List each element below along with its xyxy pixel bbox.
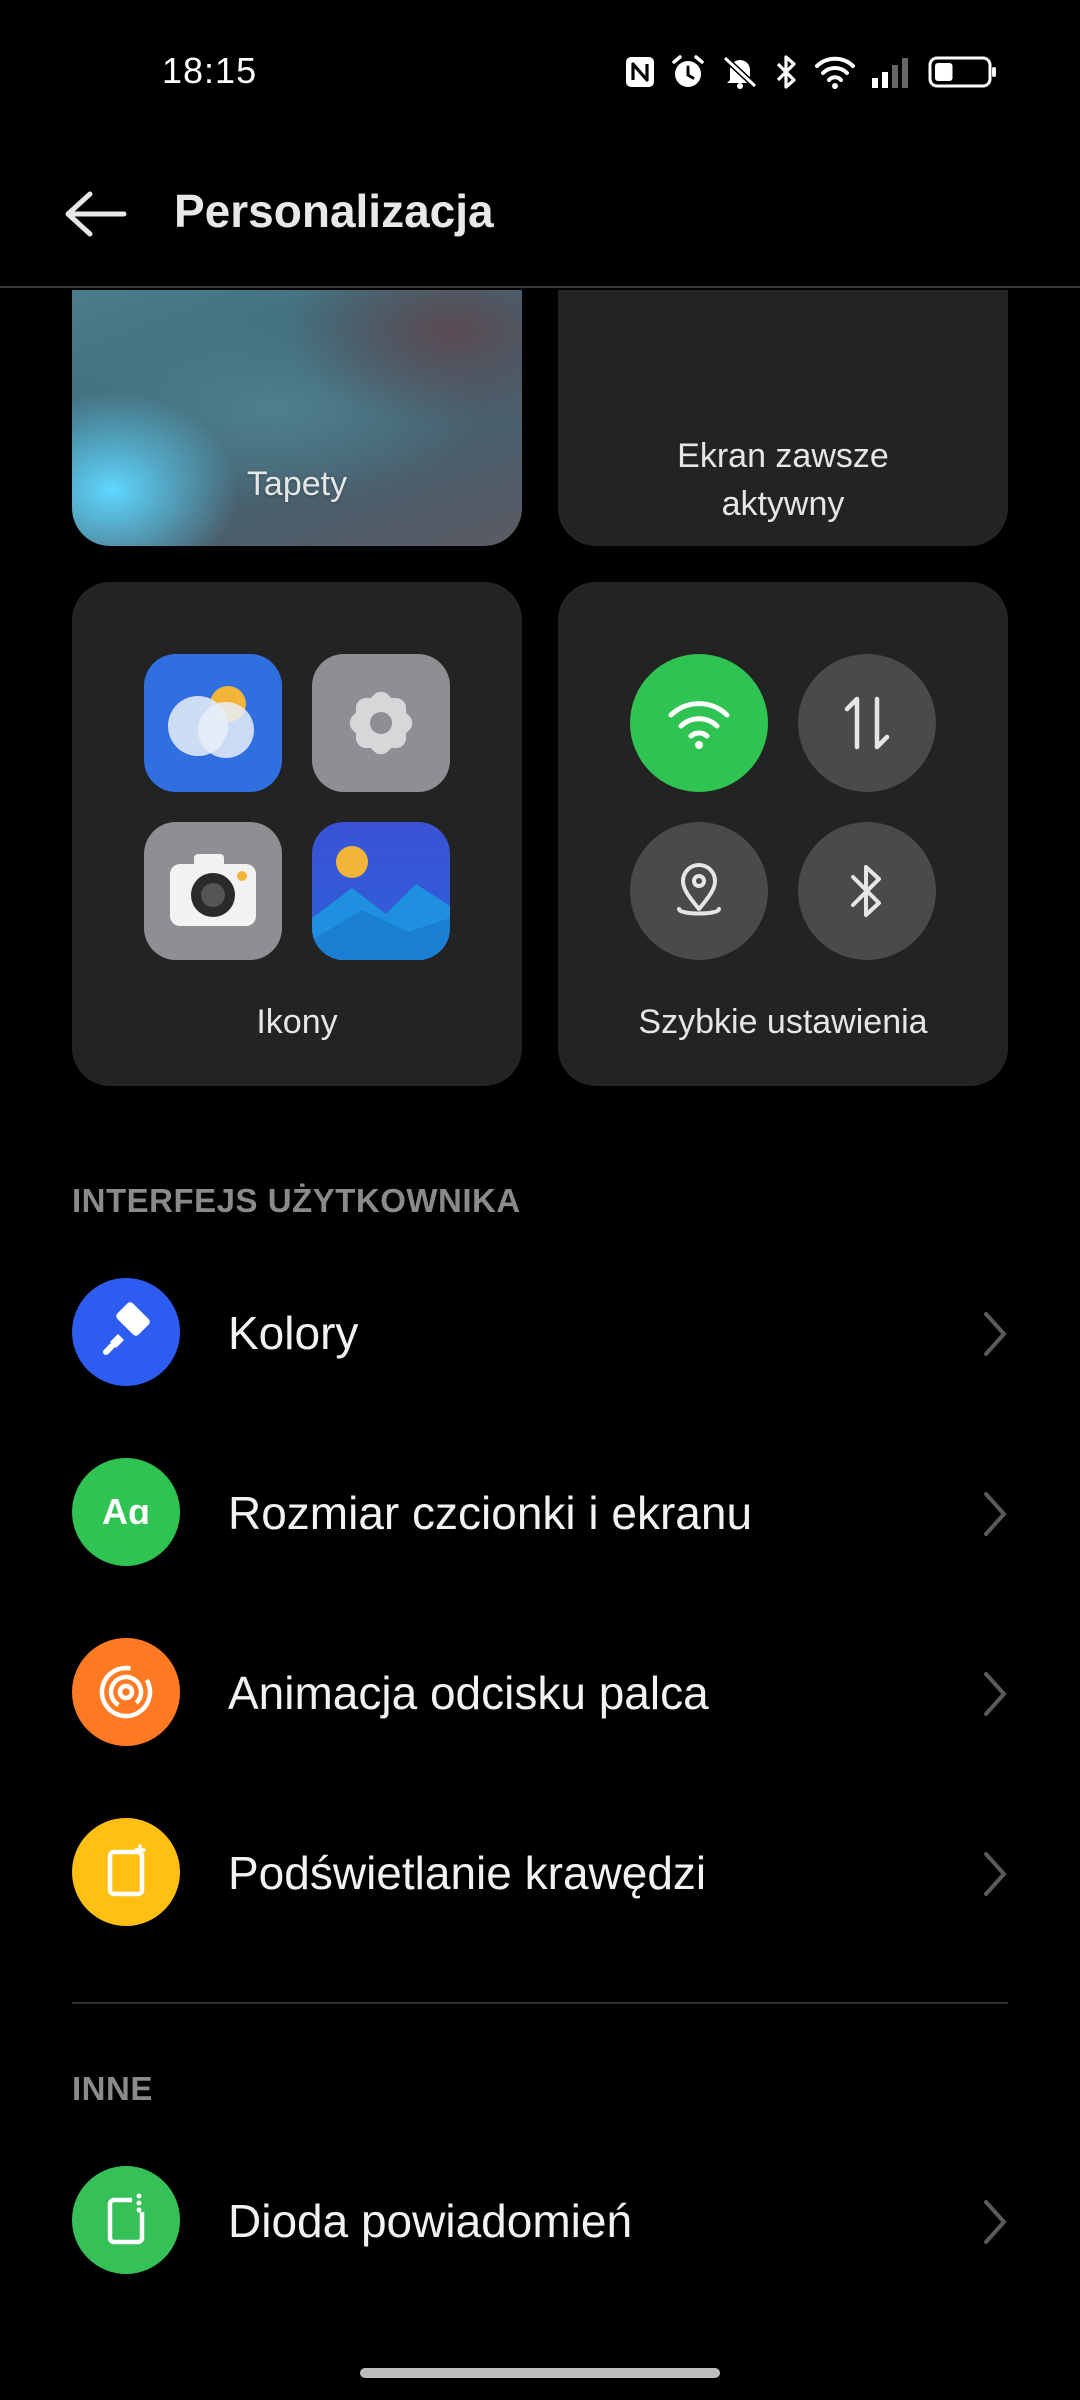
wallpaper-label: Tapety — [246, 465, 348, 503]
chevron-right-icon — [984, 2200, 1006, 2244]
status-bar: 18:15 — [0, 0, 1080, 140]
list-item-label: Kolory — [228, 1307, 359, 1359]
wifi-status-icon — [815, 56, 855, 89]
status-icons — [624, 50, 998, 94]
alarm-icon — [672, 55, 704, 87]
list-item-edge-lighting[interactable]: Podświetlanie krawędzi — [0, 1798, 1080, 1948]
nfc-icon — [626, 57, 654, 87]
signal-icon — [872, 58, 908, 88]
chevron-right-icon — [984, 1492, 1006, 1536]
wallpaper-card[interactable]: Tapety — [72, 290, 522, 546]
list-item-label: Podświetlanie krawędzi — [228, 1847, 707, 1899]
section-header-other: INNE — [72, 2070, 153, 2107]
list-item-label: Dioda powiadomień — [228, 2195, 633, 2247]
location-toggle — [630, 822, 768, 960]
section-divider — [72, 2002, 1008, 2004]
chevron-right-icon — [984, 1672, 1006, 1716]
weather-app-icon — [144, 654, 282, 792]
font-size-icon-text: Aɑ — [102, 1491, 150, 1532]
list-item-fingerprint-animation[interactable]: Animacja odcisku palca — [0, 1618, 1080, 1768]
back-arrow-icon[interactable] — [62, 180, 130, 248]
always-on-display-card[interactable]: Ekran zawsze aktywny — [558, 290, 1008, 546]
fingerprint-icon — [72, 1638, 180, 1746]
chevron-right-icon — [984, 1312, 1006, 1356]
settings-app-icon — [312, 654, 450, 792]
font-size-icon: Aɑ — [72, 1458, 180, 1566]
aod-label-line2: aktywny — [721, 485, 845, 523]
mobile-data-toggle — [798, 654, 936, 792]
bluetooth-status-icon — [776, 55, 796, 89]
location-icon — [677, 863, 721, 916]
list-item-notification-led[interactable]: Dioda powiadomień — [0, 2146, 1080, 2296]
list-item-label: Animacja odcisku palca — [228, 1667, 709, 1719]
section-header-ui: INTERFEJS UŻYTKOWNIKA — [72, 1182, 521, 1219]
notification-led-icon — [72, 2166, 180, 2274]
app-header: Personalizacja — [0, 140, 1080, 288]
wifi-toggle — [630, 654, 768, 792]
status-time: 18:15 — [162, 50, 258, 91]
chevron-right-icon — [984, 1852, 1006, 1896]
data-transfer-icon — [844, 696, 890, 750]
quick-settings-label: Szybkie ustawienia — [638, 1003, 928, 1041]
list-item-colors[interactable]: Kolory — [0, 1258, 1080, 1408]
list-item-label: Rozmiar czcionki i ekranu — [228, 1487, 753, 1539]
mute-icon — [722, 55, 758, 89]
paint-roller-icon — [72, 1278, 180, 1386]
icons-card[interactable]: Ikony — [72, 582, 522, 1086]
home-indicator[interactable] — [360, 2368, 720, 2378]
page-title: Personalizacja — [174, 185, 494, 237]
battery-icon — [928, 56, 996, 88]
wifi-icon — [668, 701, 730, 749]
bluetooth-toggle — [798, 822, 936, 960]
list-item-font-size[interactable]: Aɑ Rozmiar czcionki i ekranu — [0, 1438, 1080, 1588]
quick-settings-card[interactable]: Szybkie ustawienia — [558, 582, 1008, 1086]
gallery-app-icon — [312, 822, 450, 960]
bluetooth-icon — [851, 865, 881, 917]
aod-label-line1: Ekran zawsze — [677, 437, 889, 475]
camera-app-icon — [144, 822, 282, 960]
edge-light-icon — [72, 1818, 180, 1926]
icons-label: Ikony — [256, 1003, 338, 1041]
